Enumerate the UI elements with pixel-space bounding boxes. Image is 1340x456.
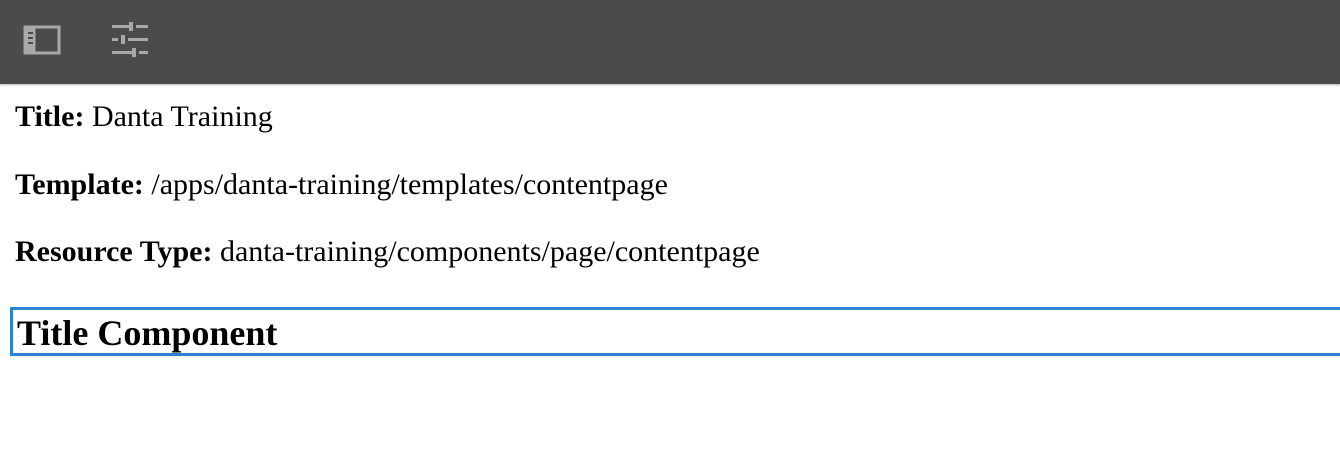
resource-type-line: Resource Type: danta-training/components…	[15, 235, 760, 269]
page-title-line: Title: Danta Training	[15, 100, 273, 134]
resource-type-label: Resource Type:	[15, 235, 213, 268]
side-panel-icon	[23, 25, 61, 55]
title-value: Danta Training	[91, 100, 273, 133]
template-value: /apps/danta-training/templates/contentpa…	[151, 168, 668, 201]
title-label: Title:	[15, 100, 85, 133]
editor-toolbar	[0, 0, 1340, 84]
toggle-side-panel-button[interactable]	[20, 18, 64, 62]
template-label: Template:	[15, 168, 144, 201]
resource-type-value: danta-training/components/page/contentpa…	[219, 235, 760, 268]
page-template-line: Template: /apps/danta-training/templates…	[15, 168, 668, 202]
page-properties-icon	[112, 22, 148, 57]
title-component[interactable]: Title Component	[10, 307, 1340, 356]
page-properties-button[interactable]	[108, 18, 152, 62]
component-heading: Title Component	[17, 313, 278, 353]
